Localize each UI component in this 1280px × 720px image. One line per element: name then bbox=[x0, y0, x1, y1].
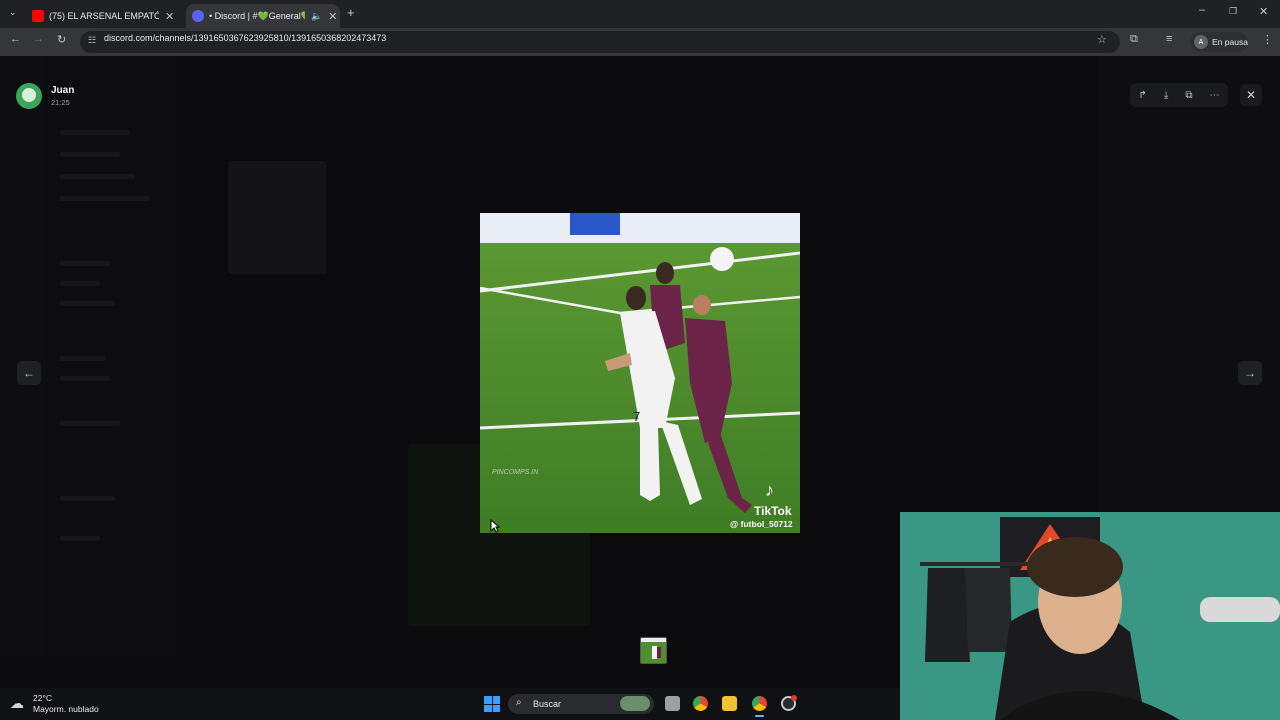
search-icon: ⌕ bbox=[516, 697, 522, 708]
weather-description[interactable]: Mayorm. nublado bbox=[33, 704, 99, 714]
chrome-icon[interactable] bbox=[693, 696, 708, 711]
arrow-left-icon: ← bbox=[23, 366, 35, 380]
file-explorer-icon[interactable] bbox=[722, 696, 737, 711]
tiktok-handle: @ futbol_50712 bbox=[730, 519, 793, 529]
chat-image bbox=[228, 161, 326, 274]
bookmark-star-icon[interactable]: ☆ bbox=[1097, 33, 1107, 46]
restore-icon[interactable]: ❐ bbox=[1229, 6, 1237, 17]
more-options-icon[interactable]: ⋯ bbox=[1209, 90, 1219, 101]
youtube-icon bbox=[32, 10, 44, 22]
back-icon[interactable]: ← bbox=[10, 33, 21, 45]
forward-share-icon[interactable]: ↱ bbox=[1139, 90, 1147, 101]
svg-text:7: 7 bbox=[633, 409, 640, 424]
discord-icon bbox=[192, 10, 204, 22]
upload-timestamp: 21:25 bbox=[51, 98, 70, 107]
viewer-action-bar: ↱ ⤓ ⧉ ⋯ bbox=[1130, 83, 1228, 107]
chrome-active-indicator bbox=[755, 715, 764, 717]
task-view-icon[interactable] bbox=[665, 696, 680, 711]
start-button[interactable] bbox=[484, 696, 500, 712]
media-control-icon[interactable]: ≡ bbox=[1166, 33, 1172, 45]
search-highlight-icon[interactable] bbox=[620, 696, 650, 711]
profile-avatar: A bbox=[1194, 35, 1208, 49]
uploader-name[interactable]: Juan bbox=[51, 85, 74, 96]
svg-text:PINCOMPS.IN: PINCOMPS.IN bbox=[492, 469, 539, 476]
mouse-cursor-icon bbox=[490, 519, 500, 533]
next-media-button[interactable]: → bbox=[1238, 361, 1262, 385]
weather-temperature[interactable]: 22°C bbox=[33, 693, 52, 703]
server-sidebar bbox=[0, 56, 46, 656]
avatar[interactable] bbox=[16, 83, 42, 109]
open-in-browser-icon[interactable]: ⧉ bbox=[1185, 90, 1192, 101]
arrow-right-icon: → bbox=[1244, 366, 1256, 380]
windows-logo-icon bbox=[484, 696, 492, 704]
tab-discord-title: • Discord | #💚General💚 bbox=[209, 10, 305, 21]
speaker-icon[interactable]: 🔈 bbox=[311, 11, 322, 22]
search-placeholder: Buscar bbox=[533, 699, 562, 709]
reload-icon[interactable]: ↻ bbox=[57, 33, 66, 46]
close-tab-icon[interactable]: ✕ bbox=[165, 10, 174, 23]
previous-media-button[interactable]: ← bbox=[17, 361, 41, 385]
notification-dot bbox=[791, 695, 797, 701]
extensions-icon[interactable]: ⧉ bbox=[1130, 33, 1138, 46]
minimize-icon[interactable]: – bbox=[1199, 4, 1205, 16]
url-text[interactable]: discord.com/channels/1391650367623925810… bbox=[104, 33, 386, 43]
weather-icon[interactable]: ☁ bbox=[10, 695, 24, 712]
download-icon[interactable]: ⤓ bbox=[1164, 90, 1168, 101]
forward-icon[interactable]: → bbox=[33, 33, 44, 45]
new-tab-icon[interactable]: + bbox=[347, 5, 355, 20]
close-window-icon[interactable]: ✕ bbox=[1259, 5, 1268, 18]
chrome-active-icon[interactable] bbox=[752, 696, 767, 711]
profile-button[interactable]: A En pausa bbox=[1190, 32, 1248, 52]
profile-status: En pausa bbox=[1212, 37, 1248, 47]
tab-discord[interactable]: • Discord | #💚General💚 🔈 ✕ bbox=[186, 4, 340, 28]
close-tab-icon[interactable]: ✕ bbox=[328, 10, 337, 23]
menu-kebab-icon[interactable]: ⋮ bbox=[1262, 33, 1273, 46]
browser-tabstrip: ⌄ (75) EL ARSENAL EMPATÓ Y NO ✕ • Discor… bbox=[0, 0, 1280, 28]
close-viewer-button[interactable]: ✕ bbox=[1240, 84, 1262, 106]
soccer-scene: 7 PINCOMPS.IN bbox=[480, 213, 800, 533]
webcam-overlay bbox=[900, 512, 1280, 720]
webcam-scene bbox=[900, 512, 1280, 720]
tiktok-watermark: TikTok bbox=[754, 504, 792, 518]
tab-youtube[interactable]: (75) EL ARSENAL EMPATÓ Y NO ✕ bbox=[30, 4, 180, 28]
tab-youtube-title: (75) EL ARSENAL EMPATÓ Y NO bbox=[49, 11, 159, 21]
site-info-icon[interactable]: ☷ bbox=[88, 35, 96, 46]
media-video[interactable]: 7 PINCOMPS.IN ♪ TikTok @ futbol_50712 bbox=[480, 213, 800, 533]
tiktok-icon: ♪ bbox=[765, 480, 774, 500]
close-icon: ✕ bbox=[1245, 88, 1257, 102]
media-thumbnail[interactable] bbox=[640, 637, 667, 664]
tab-list-chevron-icon[interactable]: ⌄ bbox=[9, 7, 17, 18]
